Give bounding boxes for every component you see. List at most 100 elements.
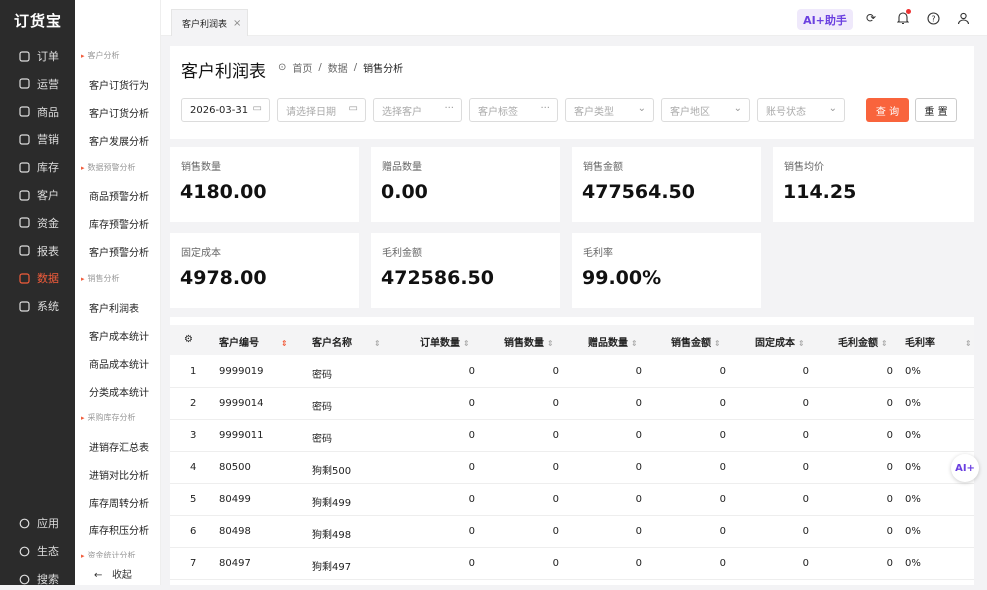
table-row[interactable]: 4 80500 狗剩500 0 0 0 0 0 0 0% [170,452,974,484]
table-row[interactable]: 6 80498 狗剩498 0 0 0 0 0 0 0% [170,516,974,548]
sidebar-item-goods[interactable]: 商品 [0,101,75,123]
date-start-field[interactable]: 2026-03-31 ▭ [181,98,270,122]
sidebar-item-marketing[interactable]: 营销 [0,128,75,150]
subnav-group[interactable]: 资金统计分析 [81,550,136,558]
search-icon [17,572,31,586]
sort-icon[interactable]: ⇕ [798,339,805,348]
breadcrumb-home[interactable]: 首页 [292,60,312,75]
table-cell: 0 [719,494,726,505]
sort-icon[interactable]: ⇕ [881,339,888,348]
sort-icon[interactable]: ⇕ [965,339,972,348]
sort-icon[interactable]: ⇕ [714,339,721,348]
subnav-group[interactable]: 数据预警分析 [81,162,136,173]
sidebar-item-warehouse[interactable]: 库存 [0,156,75,178]
region-select[interactable]: 客户地区 ⌄ [661,98,750,122]
column-header[interactable]: 订单数量 ⇕ [420,334,470,349]
breadcrumb-data[interactable]: 数据 [328,60,348,75]
table-row[interactable]: 3 9999011 密码 0 0 0 0 0 0 0% [170,420,974,452]
stat-card: 赠品数量 0.00 [371,147,560,222]
refresh-icon[interactable]: ⟳ [863,10,879,26]
subnav-item[interactable]: 库存周转分析 [89,495,149,510]
query-button[interactable]: 查 询 [866,98,909,122]
subnav-item[interactable]: 进销存汇总表 [89,439,149,454]
table-cell: 0 [468,366,475,377]
collapse-button[interactable]: ← 收起 [94,566,132,581]
settings-icon[interactable]: ⚙ [184,334,193,345]
column-header[interactable]: 毛利率 ⇕ [905,334,972,349]
user-icon[interactable] [955,10,971,26]
column-header[interactable]: 毛利金额 ⇕ [838,334,888,349]
subnav-item[interactable]: 客户利润表 [89,300,139,315]
column-header[interactable]: 固定成本 ⇕ [755,334,805,349]
subnav-item[interactable]: 客户成本统计 [89,328,149,343]
subnav-item[interactable]: 客户发展分析 [89,133,149,148]
help-icon[interactable]: ? [925,10,941,26]
column-header[interactable]: 销售数量 ⇕ [504,334,554,349]
calendar-icon: ▭ [252,103,262,114]
subnav-item[interactable]: 分类成本统计 [89,384,149,399]
table-row[interactable]: 7 80497 狗剩497 0 0 0 0 0 0 0% [170,548,974,580]
sidebar-item-report[interactable]: 报表 [0,240,75,262]
date-end-field[interactable]: 请选择日期 ▭ [277,98,366,122]
subnav-item[interactable]: 商品成本统计 [89,356,149,371]
sort-icon[interactable]: ⇕ [281,339,288,348]
customer-icon [17,188,31,202]
subnav-item[interactable]: 客户订货分析 [89,105,149,120]
tab-customer-profit[interactable]: 客户利润表 × [171,9,248,36]
tag-select[interactable]: 客户标签 ··· [469,98,558,122]
ai-float-button[interactable]: AI+ [951,454,979,482]
table-row[interactable]: 5 80499 狗剩499 0 0 0 0 0 0 0% [170,484,974,516]
table-cell: 80500 [219,462,251,473]
subnav-item[interactable]: 库存积压分析 [89,522,149,537]
subnav-item[interactable]: 商品预警分析 [89,188,149,203]
data-icon [17,271,31,285]
table-cell: 0 [719,366,726,377]
apps-icon [17,516,31,530]
sidebar-item-money[interactable]: 资金 [0,212,75,234]
table-cell: 0 [635,462,642,473]
subnav-item[interactable]: 客户预警分析 [89,244,149,259]
subnav-group[interactable]: 采购库存分析 [81,412,136,423]
breadcrumb: ⊙ 首页 / 数据 / 销售分析 [278,60,404,75]
subnav-item[interactable]: 进销对比分析 [89,467,149,482]
subnav-group[interactable]: 客户分析 [81,50,120,61]
table-row[interactable]: 2 9999014 密码 0 0 0 0 0 0 0% [170,388,974,420]
subnav-item[interactable]: 库存预警分析 [89,216,149,231]
sidebar-item-system[interactable]: 系统 [0,295,75,317]
chevron-down-icon: ⌄ [733,103,742,114]
sidebar-item-search[interactable]: 搜索 [0,568,75,590]
subnav-item[interactable]: 客户订货行为 [89,77,149,92]
table-cell: 9999011 [219,430,264,441]
sidebar-item-apps[interactable]: 应用 [0,512,75,534]
sort-icon[interactable]: ⇕ [631,339,638,348]
table-cell: 0% [905,398,921,409]
sidebar-item-data[interactable]: 数据 [0,267,75,289]
column-header[interactable]: 赠品数量 ⇕ [588,334,638,349]
table-cell: 0 [886,398,893,409]
customer-select[interactable]: 选择客户 ··· [373,98,462,122]
goods-icon [17,105,31,119]
chevron-down-icon: ⌄ [828,103,837,114]
table-cell: 0 [802,366,809,377]
status-select[interactable]: 账号状态 ⌄ [757,98,845,122]
sort-icon[interactable]: ⇕ [547,339,554,348]
table-row[interactable]: 1 9999019 密码 0 0 0 0 0 0 0% [170,356,974,388]
table-cell: 7 [190,558,197,569]
table-cell: 0 [635,366,642,377]
subnav-group[interactable]: 销售分析 [81,273,120,284]
table-cell: 0 [886,366,893,377]
close-icon[interactable]: × [233,18,241,29]
sidebar-item-order[interactable]: 订单 [0,45,75,67]
type-select[interactable]: 客户类型 ⌄ [565,98,654,122]
column-header[interactable]: 客户名称 ⇕ [312,334,381,349]
money-icon [17,216,31,230]
sidebar-item-customer[interactable]: 客户 [0,184,75,206]
ai-assistant-button[interactable]: AI+助手 [797,9,853,30]
column-header[interactable]: 销售金额 ⇕ [671,334,721,349]
sort-icon[interactable]: ⇕ [374,339,381,348]
reset-button[interactable]: 重 置 [915,98,957,122]
sort-icon[interactable]: ⇕ [463,339,470,348]
sidebar-item-ecosystem[interactable]: 生态 [0,540,75,562]
column-header[interactable]: 客户编号 ⇕ [219,334,288,349]
sidebar-item-operation[interactable]: 运营 [0,73,75,95]
